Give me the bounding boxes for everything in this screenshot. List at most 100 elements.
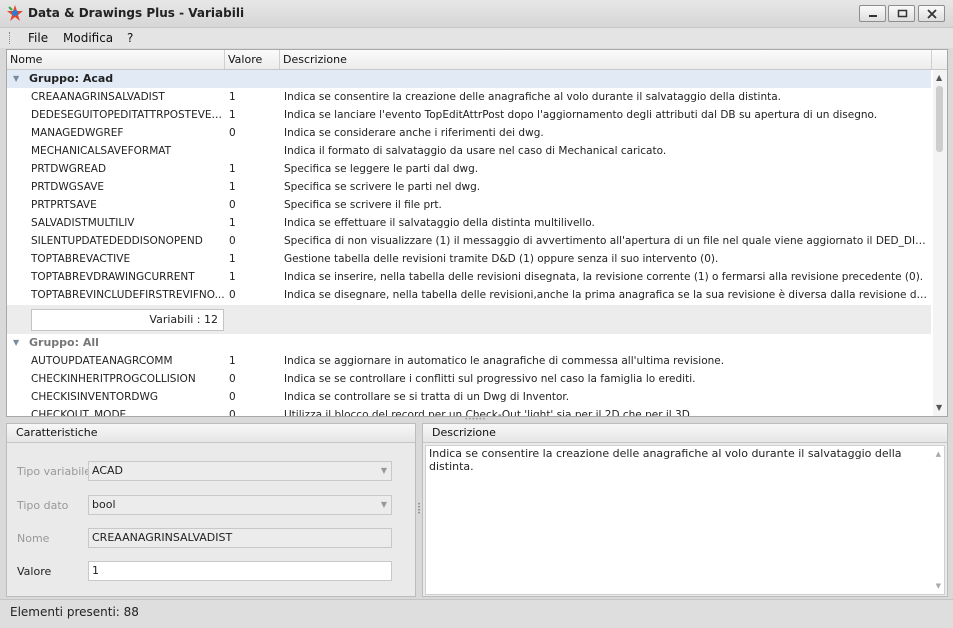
- cell-descrizione: Indica se disegnare, nella tabella delle…: [284, 289, 928, 301]
- scroll-down-icon[interactable]: ▼: [936, 582, 941, 590]
- cell-nome: SILENTUPDATEDEDDISONOPEND: [31, 235, 203, 247]
- cell-descrizione: Indica se considerare anche i riferiment…: [284, 127, 544, 139]
- nome-label: Nome: [17, 532, 50, 545]
- cell-nome: PRTDWGREAD: [31, 163, 107, 175]
- cell-nome: CHECKINHERITPROGCOLLISION: [31, 373, 196, 385]
- minimize-button[interactable]: [859, 5, 886, 22]
- menu-grip-icon: [9, 32, 11, 44]
- cell-valore: 0: [229, 235, 236, 247]
- cell-descrizione: Utilizza il blocco del record per un Che…: [284, 409, 694, 417]
- cell-nome: CREAANAGRINSALVADIST: [31, 91, 165, 103]
- table-row[interactable]: CREAANAGRINSALVADIST 1 Indica se consentir…: [7, 88, 931, 106]
- status-text: Elementi presenti: 88: [10, 605, 139, 619]
- menu-file[interactable]: File: [28, 31, 48, 45]
- window-title: Data & Drawings Plus - Variabili: [28, 6, 245, 20]
- nome-value: CREAANAGRINSALVADIST: [92, 531, 233, 544]
- cell-nome: MANAGEDWGREF: [31, 127, 124, 139]
- table-row[interactable]: MECHANICALSAVEFORMAT Indica il formato di…: [7, 142, 931, 160]
- cell-descrizione: Indica se controllare se si tratta di un…: [284, 391, 570, 403]
- menu-modifica[interactable]: Modifica: [63, 31, 113, 45]
- cell-valore: 1: [229, 163, 236, 175]
- tipo-dato-value: bool: [92, 498, 116, 511]
- cell-nome: TOPTABREVDRAWINGCURRENT: [31, 271, 195, 283]
- valore-label: Valore: [17, 565, 52, 578]
- cell-valore: 0: [229, 289, 236, 301]
- group-label: Gruppo: Acad: [29, 72, 114, 85]
- cell-valore: 0: [229, 373, 236, 385]
- maximize-icon: [897, 9, 908, 18]
- collapse-triangle-icon[interactable]: ▼: [13, 334, 19, 352]
- table-row[interactable]: PRTDWGREAD 1 Specifica se leggere le parti…: [7, 160, 931, 178]
- group-count: Variabili : 12: [31, 309, 224, 331]
- group-label: Gruppo: All: [29, 336, 99, 349]
- cell-descrizione: Indica se lanciare l'evento TopEditAttrP…: [284, 109, 878, 121]
- variables-grid: Nome Valore Descrizione ▼ Gruppo: Acad C…: [6, 49, 948, 417]
- group-row-acad[interactable]: ▼ Gruppo: Acad: [7, 70, 931, 88]
- scroll-thumb[interactable]: [936, 86, 943, 152]
- tipo-variabile-dropdown[interactable]: ACAD ▼: [88, 461, 392, 481]
- cell-valore: 0: [229, 409, 236, 417]
- status-bar: Elementi presenti: 88: [0, 599, 953, 628]
- cell-nome: CHECKISINVENTORDWG: [31, 391, 159, 403]
- descrizione-text: Indica se consentire la creazione delle …: [429, 447, 902, 473]
- tipo-dato-dropdown[interactable]: bool ▼: [88, 495, 392, 515]
- cell-valore: 1: [229, 109, 236, 121]
- valore-value: 1: [92, 564, 99, 577]
- nome-field[interactable]: CREAANAGRINSALVADIST: [88, 528, 392, 548]
- table-row[interactable]: CHECKINHERITPROGCOLLISION 0 Indica se se c…: [7, 370, 931, 388]
- maximize-button[interactable]: [888, 5, 915, 22]
- scroll-up-icon[interactable]: ▲: [936, 73, 942, 82]
- table-row[interactable]: SALVADISTMULTILIV 1 Indica se effettuare i…: [7, 214, 931, 232]
- cell-valore: 0: [229, 391, 236, 403]
- chevron-down-icon[interactable]: ▼: [381, 496, 387, 514]
- tipo-variabile-label: Tipo variabile: [17, 465, 92, 478]
- column-header-nome[interactable]: Nome: [7, 50, 225, 69]
- descrizione-textarea[interactable]: Indica se consentire la creazione delle …: [425, 445, 945, 595]
- cell-descrizione: Indica se effettuare il salvataggio dell…: [284, 217, 595, 229]
- tipo-variabile-value: ACAD: [92, 464, 124, 477]
- table-row[interactable]: CHECKISINVENTORDWG 0 Indica se controllare…: [7, 388, 931, 406]
- table-row[interactable]: TOPTABREVACTIVE 1 Gestione tabella delle r…: [7, 250, 931, 268]
- caratteristiche-panel: Caratteristiche Tipo variabile ACAD ▼ Ti…: [6, 423, 416, 597]
- tipo-dato-label: Tipo dato: [17, 499, 69, 512]
- menu-help[interactable]: ?: [127, 31, 133, 45]
- table-row[interactable]: DEDESEGUITOPEDITATTRPOSTEVENT 1 Indica se …: [7, 106, 931, 124]
- cell-descrizione: Gestione tabella delle revisioni tramite…: [284, 253, 719, 265]
- cell-nome: TOPTABREVINCLUDEFIRSTREVIFNO...: [31, 289, 225, 301]
- table-row[interactable]: PRTPRTSAVE 0 Specifica se scrivere il file…: [7, 196, 931, 214]
- cell-nome: SALVADISTMULTILIV: [31, 217, 135, 229]
- cell-valore: 0: [229, 127, 236, 139]
- group-row-all[interactable]: ▼ Gruppo: All: [7, 334, 931, 352]
- cell-descrizione: Indica se se controllare i conflitti sul…: [284, 373, 696, 385]
- cell-nome: DEDESEGUITOPEDITATTRPOSTEVENT: [31, 109, 225, 121]
- cell-nome: MECHANICALSAVEFORMAT: [31, 145, 172, 157]
- cell-descrizione: Indica se consentire la creazione delle …: [284, 91, 781, 103]
- scroll-up-icon[interactable]: ▲: [936, 450, 941, 458]
- close-button[interactable]: [918, 5, 945, 22]
- table-row[interactable]: SILENTUPDATEDEDDISONOPEND 0 Specifica di n…: [7, 232, 931, 250]
- table-row[interactable]: TOPTABREVDRAWINGCURRENT 1 Indica se inseri…: [7, 268, 931, 286]
- valore-field[interactable]: 1: [88, 561, 392, 581]
- cell-descrizione: Specifica se scrivere le parti nel dwg.: [284, 181, 481, 193]
- table-row[interactable]: MANAGEDWGREF 0 Indica se considerare anche…: [7, 124, 931, 142]
- table-row[interactable]: TOPTABREVINCLUDEFIRSTREVIFNO... 0 Indica s…: [7, 286, 931, 304]
- minimize-icon: [869, 15, 877, 17]
- collapse-triangle-icon[interactable]: ▼: [13, 70, 19, 88]
- cell-valore: 1: [229, 355, 236, 367]
- close-icon: [927, 9, 937, 19]
- caratteristiche-title: Caratteristiche: [7, 424, 415, 443]
- table-row[interactable]: PRTDWGSAVE 1 Specifica se scrivere le part…: [7, 178, 931, 196]
- cell-valore: 1: [229, 217, 236, 229]
- menu-bar: File Modifica ?: [0, 28, 953, 48]
- column-header-descrizione[interactable]: Descrizione: [280, 50, 932, 69]
- chevron-down-icon[interactable]: ▼: [381, 462, 387, 480]
- table-row[interactable]: AUTOUPDATEANAGRCOMM 1 Indica se aggiornare…: [7, 352, 931, 370]
- horizontal-splitter[interactable]: ••••••: [460, 417, 490, 423]
- scroll-down-icon[interactable]: ▼: [936, 403, 942, 412]
- vertical-scrollbar[interactable]: ▲ ▼: [933, 70, 947, 416]
- cell-nome: AUTOUPDATEANAGRCOMM: [31, 355, 173, 367]
- cell-nome: TOPTABREVACTIVE: [31, 253, 131, 265]
- vertical-splitter[interactable]: • • • •: [417, 502, 421, 517]
- column-header-valore[interactable]: Valore: [225, 50, 280, 69]
- cell-valore: 1: [229, 181, 236, 193]
